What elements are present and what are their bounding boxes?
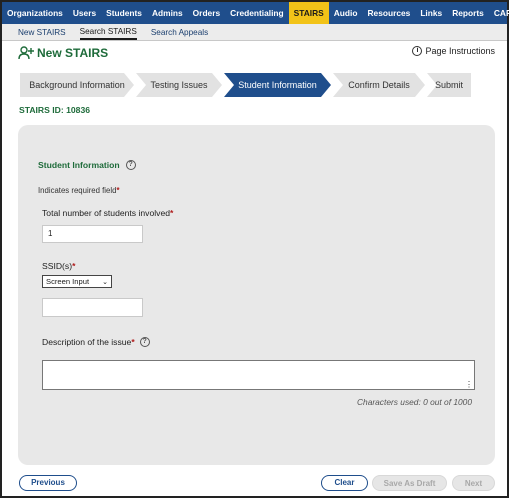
description-label: Description of the issue * ? <box>42 337 150 347</box>
section-title: Student Information ? <box>38 160 136 170</box>
description-label-text: Description of the issue <box>42 337 132 347</box>
step-confirm-details[interactable]: Confirm Details <box>333 73 425 97</box>
nav-credentialing[interactable]: Credentialing <box>225 2 289 24</box>
description-textarea[interactable]: ⋮ <box>42 360 475 390</box>
nav-audio[interactable]: Audio <box>329 2 363 24</box>
form-panel: Student Information ? Indicates required… <box>18 125 495 465</box>
students-count-input[interactable]: 1 <box>42 225 143 243</box>
nav-users[interactable]: Users <box>68 2 101 24</box>
char-counter: Characters used: 0 out of 1000 <box>357 397 472 407</box>
info-icon: i <box>412 46 423 56</box>
required-star: * <box>131 337 135 347</box>
required-star: * <box>72 261 76 271</box>
ssid-input-method-select[interactable]: Screen Input ⌄ <box>42 275 112 288</box>
students-label: Total number of students involved* <box>42 208 173 218</box>
nav-resources[interactable]: Resources <box>362 2 415 24</box>
help-icon[interactable]: ? <box>139 337 150 347</box>
sub-nav: New STAIRS Search STAIRS Search Appeals <box>2 24 507 41</box>
nav-organizations[interactable]: Organizations <box>2 2 68 24</box>
nav-cars[interactable]: CARS <box>489 2 509 24</box>
step-submit[interactable]: Submit <box>427 73 471 97</box>
nav-admins[interactable]: Admins <box>147 2 188 24</box>
ssid-label: SSID(s)* <box>42 261 75 271</box>
nav-orders[interactable]: Orders <box>188 2 225 24</box>
subnav-new-stairs[interactable]: New STAIRS <box>18 24 66 40</box>
ssid-select-value: Screen Input <box>46 277 90 286</box>
page-title: New STAIRS <box>37 46 109 60</box>
step-background-information[interactable]: Background Information <box>20 73 134 97</box>
nav-links[interactable]: Links <box>415 2 447 24</box>
subnav-search-stairs[interactable]: Search STAIRS <box>79 24 137 40</box>
page-instructions-link[interactable]: i Page Instructions <box>412 46 495 56</box>
required-star: * <box>116 186 120 195</box>
chevron-down-icon: ⌄ <box>102 278 108 286</box>
stairs-id: STAIRS ID: 10836 <box>19 105 91 115</box>
next-button[interactable]: Next <box>452 475 495 491</box>
required-star: * <box>170 208 174 218</box>
nav-stairs[interactable]: STAIRS <box>288 2 329 24</box>
subnav-search-appeals[interactable]: Search Appeals <box>151 24 208 40</box>
step-student-information[interactable]: Student Information <box>224 73 331 97</box>
page-instructions-label: Page Instructions <box>425 46 495 56</box>
required-note-label: Indicates required field <box>38 186 117 195</box>
nav-reports[interactable]: Reports <box>447 2 489 24</box>
ssid-label-text: SSID(s) <box>42 261 73 271</box>
resize-handle-icon[interactable]: ⋮ <box>465 381 473 389</box>
students-label-text: Total number of students involved <box>42 208 171 218</box>
save-draft-button[interactable]: Save As Draft <box>372 475 447 491</box>
required-note: Indicates required field* <box>38 186 120 195</box>
top-nav: Organizations Users Students Admins Orde… <box>2 2 509 24</box>
progress-stepper: Background Information Testing Issues St… <box>20 73 473 97</box>
help-icon[interactable]: ? <box>125 160 136 170</box>
clear-button[interactable]: Clear <box>321 475 368 491</box>
step-testing-issues[interactable]: Testing Issues <box>136 73 222 97</box>
section-title-label: Student Information <box>38 160 120 170</box>
previous-button[interactable]: Previous <box>19 475 77 491</box>
add-user-icon <box>18 46 34 60</box>
page-header: New STAIRS <box>18 45 108 61</box>
ssid-input[interactable] <box>42 298 143 317</box>
nav-students[interactable]: Students <box>101 2 147 24</box>
